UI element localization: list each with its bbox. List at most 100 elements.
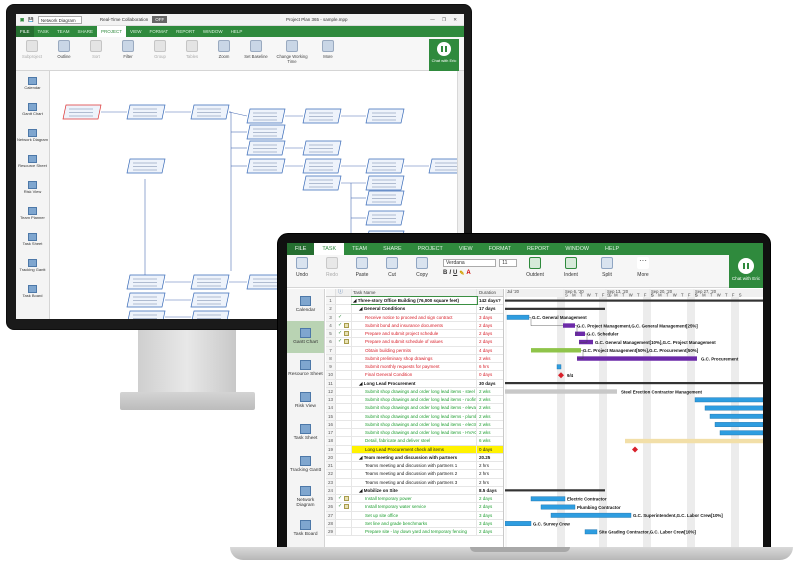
sidebar-item-resource-sheet[interactable]: Resource Sheet	[16, 149, 49, 175]
table-row[interactable]: 18 Detail, fabricate and deliver steel 6 w…	[326, 437, 503, 446]
tab-share[interactable]: SHARE	[375, 243, 410, 255]
duration-cell[interactable]: 2 days	[477, 503, 503, 510]
row-number[interactable]: 29	[326, 528, 336, 536]
tab-file[interactable]: FILE	[287, 243, 315, 255]
row-number[interactable]: 17	[326, 429, 336, 437]
row-number[interactable]: 4	[326, 321, 336, 329]
sidebar-item-calendar[interactable]: Calendar	[16, 71, 49, 97]
task-bar[interactable]	[506, 314, 530, 320]
row-number[interactable]: 7	[326, 346, 336, 354]
sidebar-item-task-sheet[interactable]: Task Sheet	[287, 417, 324, 449]
network-node[interactable]	[246, 158, 286, 174]
duration-cell[interactable]: 20.25	[477, 454, 503, 461]
row-number[interactable]: 6	[326, 338, 336, 346]
task-name-cell[interactable]: ◢ Long Lead Procurement	[352, 379, 477, 387]
network-node[interactable]	[302, 108, 342, 124]
task-name-cell[interactable]: Submit shop drawings and order long lead…	[352, 429, 477, 437]
row-number[interactable]: 22	[326, 470, 336, 478]
row-number[interactable]: 16	[326, 420, 336, 428]
table-row[interactable]: 10 Final General Condition 0 days	[326, 371, 503, 380]
duration-cell[interactable]: 0 days	[477, 445, 503, 453]
duration-cell[interactable]: 17 days	[477, 305, 503, 312]
duration-cell[interactable]: 2 wks	[477, 388, 503, 395]
task-name-cell[interactable]: Final General Condition	[352, 371, 477, 379]
highlight-icon[interactable]: ✎	[459, 270, 464, 277]
row-number[interactable]: 5	[326, 330, 336, 338]
task-bar[interactable]	[714, 422, 763, 427]
row-number[interactable]: 18	[326, 437, 336, 445]
bold-icon[interactable]: B	[443, 270, 447, 277]
task-name-cell[interactable]: ◢ Mobilize on Site	[352, 486, 477, 494]
task-name-cell[interactable]: Submit bond and insurance documents	[352, 321, 477, 329]
task-bar[interactable]	[575, 331, 585, 336]
tab-team[interactable]: TEAM	[53, 26, 74, 37]
table-row[interactable]: 23 Teams meeting and discussion with part…	[326, 478, 503, 487]
tables-button[interactable]: Tables	[176, 40, 208, 59]
task-name-cell[interactable]: Submit preliminary shop drawings	[352, 354, 477, 362]
sidebar-item-resource-sheet[interactable]: Resource Sheet	[287, 353, 324, 385]
table-row[interactable]: 25 ✓ Install temporary power 2 days	[326, 495, 503, 504]
table-row[interactable]: 6 ✓ Prepare and submit schedule of values 2…	[326, 338, 503, 347]
duration-cell[interactable]: 0 days	[477, 371, 503, 378]
task-bar[interactable]	[694, 397, 763, 403]
table-row[interactable]: 15 Submit shop drawings and order long le…	[326, 412, 503, 421]
duration-cell[interactable]: 2 days	[477, 495, 503, 502]
task-name-cell[interactable]: Obtain building permits	[352, 346, 477, 354]
network-node[interactable]	[62, 104, 102, 120]
row-number[interactable]: 20	[326, 453, 336, 461]
sidebar-item-gantt-chart[interactable]: Gantt Chart	[287, 321, 324, 353]
save-icon[interactable]: 💾	[28, 17, 34, 23]
duration-cell[interactable]: 4 days	[477, 347, 503, 354]
task-name-cell[interactable]: Long Lead Procurement check all items	[352, 445, 477, 453]
view-selector[interactable]: Network Diagram	[37, 15, 82, 24]
task-bar[interactable]	[531, 348, 581, 353]
more-button[interactable]: More	[312, 40, 344, 59]
duration-cell[interactable]: 6 wks	[477, 437, 503, 444]
network-node[interactable]	[126, 274, 166, 290]
font-color-icon[interactable]: A	[466, 270, 470, 277]
tab-view[interactable]: VIEW	[126, 26, 146, 37]
row-number[interactable]: 27	[326, 511, 336, 519]
row-number[interactable]: 24	[326, 486, 336, 494]
tab-report[interactable]: REPORT	[172, 26, 199, 37]
duration-cell[interactable]: 8.5 days	[477, 487, 503, 494]
info-column-header[interactable]: ⓘ	[336, 289, 352, 296]
duration-header[interactable]: Duration	[477, 289, 503, 296]
collab-toggle[interactable]: OFF	[152, 16, 168, 23]
table-row[interactable]: 28 Set line and grade benchmarks 3 days	[326, 519, 503, 528]
chat-button[interactable]: Chat with Eric	[729, 255, 763, 288]
tab-task[interactable]: TASK	[34, 26, 53, 37]
task-bar[interactable]	[556, 364, 562, 370]
task-name-cell[interactable]: Set line and grade benchmarks	[352, 519, 477, 527]
network-node[interactable]	[126, 292, 166, 308]
duration-cell[interactable]: 2 wks	[477, 355, 503, 362]
sidebar-item-tracking-gantt[interactable]: Tracking Gantt	[287, 449, 324, 481]
sidebar-item-network-diagram[interactable]: Network Diagram	[16, 123, 49, 149]
row-number[interactable]: 8	[326, 354, 336, 362]
row-number[interactable]: 10	[326, 371, 336, 379]
task-name-cell[interactable]: ◢ General Conditions	[352, 305, 477, 313]
zoom-button[interactable]: Zoom	[208, 40, 240, 59]
sidebar-item-task-sheet[interactable]: Task Sheet	[16, 227, 49, 253]
duration-cell[interactable]: 2 wks	[477, 429, 503, 436]
table-row[interactable]: 17 Submit shop drawings and order long le…	[326, 429, 503, 438]
network-node[interactable]	[365, 210, 405, 226]
table-row[interactable]: 19 Long Lead Procurement check all items 0…	[326, 445, 503, 454]
tab-team[interactable]: TEAM	[344, 243, 375, 255]
split-button[interactable]: Split	[589, 257, 625, 278]
table-row[interactable]: 24 ◢ Mobilize on Site 8.5 days	[326, 486, 503, 495]
table-row[interactable]: 5 ✓ Prepare and submit project schedule 2 d…	[326, 330, 503, 339]
tab-format[interactable]: FORMAT	[146, 26, 173, 37]
set-baseline-button[interactable]: Set Baseline	[240, 40, 272, 59]
network-node[interactable]	[126, 104, 166, 120]
row-number[interactable]: 15	[326, 412, 336, 420]
network-node[interactable]	[365, 158, 405, 174]
task-bar[interactable]	[505, 389, 617, 394]
table-row[interactable]: 22 Teams meeting and discussion with part…	[326, 470, 503, 479]
row-number[interactable]: 26	[326, 503, 336, 511]
task-name-header[interactable]: Task Name	[352, 289, 477, 296]
network-node[interactable]	[302, 175, 342, 191]
network-node[interactable]	[190, 104, 230, 120]
row-number[interactable]: 23	[326, 478, 336, 486]
sidebar-item-gantt-chart[interactable]: Gantt Chart	[16, 97, 49, 123]
